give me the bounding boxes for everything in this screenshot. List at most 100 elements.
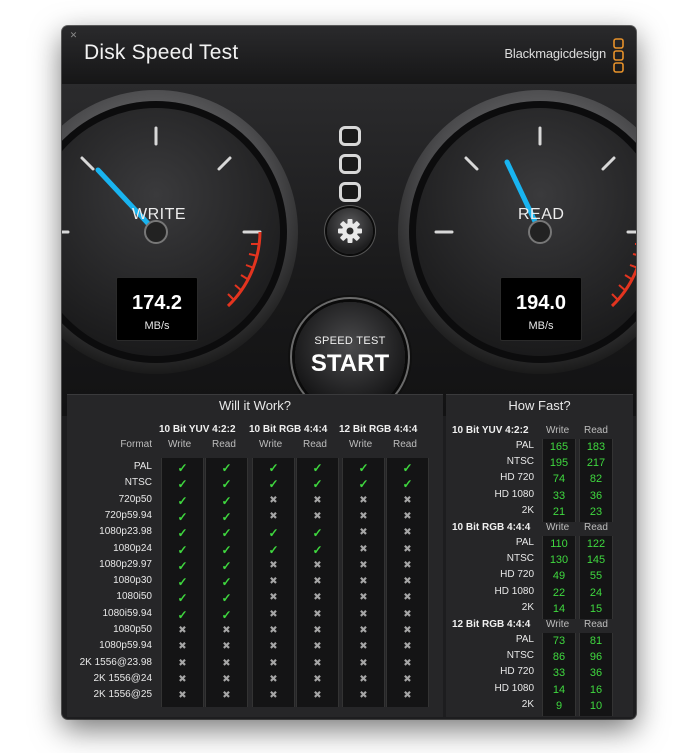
read-speed-unit: MB/s	[528, 320, 554, 332]
will-group-header: 10 Bit YUV 4:2:2	[159, 424, 236, 435]
fast-value-write: 74	[552, 473, 566, 486]
fast-value-read: 217	[586, 457, 606, 470]
mode-indicator-1	[339, 126, 361, 146]
fast-format-label: HD 720	[500, 472, 534, 484]
cross-icon: ✖	[269, 657, 278, 669]
check-icon: ✓	[402, 461, 413, 475]
fast-value-read: 24	[589, 586, 603, 599]
will-column: ✓ ✓ ✖ ✖ ✖ ✖ ✖ ✖ ✖ ✖ ✖ ✖ ✖ ✖ ✖	[386, 458, 429, 707]
gear-icon	[338, 219, 362, 243]
fast-value-read: 81	[589, 635, 603, 647]
cross-icon: ✖	[359, 576, 368, 588]
cross-icon: ✖	[359, 641, 368, 653]
fast-column-read: 183 217 82 36 23	[579, 439, 613, 522]
app-title: Disk Speed Test	[84, 41, 239, 64]
check-icon: ✓	[312, 461, 323, 475]
check-icon: ✓	[177, 575, 188, 590]
will-subheader: Write	[349, 439, 373, 450]
title-bar: ✕ Disk Speed Test Blackmagicdesign	[62, 26, 636, 85]
fast-format-label: 2K	[521, 504, 534, 516]
check-icon: ✓	[221, 591, 232, 606]
settings-button[interactable]	[327, 208, 373, 254]
cross-icon: ✖	[222, 690, 231, 702]
will-subheader: Read	[212, 439, 236, 450]
fast-value-write: 195	[549, 457, 569, 470]
fast-value-write: 130	[549, 554, 569, 567]
cross-icon: ✖	[403, 559, 412, 571]
will-subheader: Write	[259, 439, 283, 450]
blackmagic-logo-icon	[613, 38, 624, 73]
check-icon: ✓	[221, 493, 232, 508]
check-icon: ✓	[177, 526, 188, 541]
fast-subheader: Read	[584, 619, 608, 630]
cross-icon: ✖	[269, 625, 278, 636]
results-area: Will it Work? 10 Bit YUV 4:2:2 10 Bit RGB…	[62, 394, 636, 719]
format-label: 1080p59.94	[99, 640, 152, 652]
cross-icon: ✖	[313, 657, 322, 669]
will-subheader: Read	[303, 439, 327, 450]
gauge-area: SPEED TEST START WRITE 174.2 MB/s READ 1…	[62, 84, 636, 416]
check-icon: ✓	[221, 607, 232, 622]
check-icon: ✓	[358, 477, 369, 492]
fast-value-write: 73	[552, 635, 566, 647]
close-icon[interactable]: ✕	[69, 31, 78, 40]
fast-value-write: 21	[552, 505, 566, 518]
cross-icon: ✖	[178, 641, 187, 653]
format-label: 1080p30	[113, 575, 152, 587]
check-icon: ✓	[268, 461, 279, 475]
fast-format-label: PAL	[515, 440, 534, 451]
cross-icon: ✖	[178, 625, 187, 636]
format-label: 1080p24	[113, 542, 152, 554]
write-readout: 174.2 MB/s	[116, 277, 198, 341]
mode-indicator-2	[339, 154, 361, 174]
fast-subheader: Read	[584, 425, 608, 436]
read-gauge-label: READ	[518, 206, 565, 223]
cross-icon: ✖	[269, 559, 278, 571]
cross-icon: ✖	[313, 608, 322, 620]
fast-value-write: 14	[552, 602, 566, 615]
format-label: 720p59.94	[104, 509, 152, 521]
cross-icon: ✖	[178, 690, 187, 702]
fast-value-write: 33	[552, 489, 566, 502]
cross-icon: ✖	[403, 576, 412, 588]
fast-column-write: 73 86 33 14 9	[542, 633, 576, 716]
cross-icon: ✖	[359, 625, 368, 636]
will-group-header: 10 Bit RGB 4:4:4	[249, 424, 328, 435]
cross-icon: ✖	[403, 543, 412, 555]
start-button-caption: SPEED TEST	[314, 335, 386, 347]
cross-icon: ✖	[359, 592, 368, 604]
write-speed-value: 174.2	[131, 292, 183, 314]
fast-subheader: Write	[546, 425, 570, 436]
brand-name: Blackmagicdesign	[504, 46, 606, 61]
check-icon: ✓	[177, 607, 188, 622]
fast-format-label: HD 720	[500, 569, 534, 581]
cross-icon: ✖	[269, 690, 278, 702]
cross-icon: ✖	[269, 641, 278, 653]
fast-group-header: 12 Bit RGB 4:4:4	[452, 619, 531, 630]
fast-value-write: 22	[552, 586, 566, 599]
check-icon: ✓	[312, 542, 323, 557]
check-icon: ✓	[221, 542, 232, 557]
cross-icon: ✖	[403, 527, 412, 539]
will-column: ✓ ✓ ✖ ✖ ✓ ✓ ✖ ✖ ✖ ✖ ✖ ✖ ✖ ✖ ✖	[252, 458, 295, 707]
check-icon: ✓	[221, 526, 232, 541]
fast-value-read: 96	[589, 651, 603, 664]
cross-icon: ✖	[403, 510, 412, 522]
will-it-work-panel: Will it Work? 10 Bit YUV 4:2:2 10 Bit RGB…	[67, 394, 443, 717]
fast-subheader: Write	[546, 522, 570, 533]
fast-column-write: 165 195 74 33 21	[542, 439, 576, 522]
check-icon: ✓	[221, 477, 232, 492]
fast-value-read: 23	[589, 505, 603, 518]
cross-icon: ✖	[403, 592, 412, 604]
fast-value-read: 16	[589, 683, 603, 696]
fast-format-label: 2K	[521, 601, 534, 613]
cross-icon: ✖	[178, 673, 187, 685]
cross-icon: ✖	[403, 657, 412, 669]
cross-icon: ✖	[403, 690, 412, 702]
mode-indicator-3	[339, 182, 361, 202]
format-label: 1080p50	[113, 624, 152, 635]
cross-icon: ✖	[403, 625, 412, 636]
fast-format-label: PAL	[515, 537, 534, 548]
fast-format-label: HD 1080	[494, 488, 534, 500]
will-column: ✓ ✓ ✖ ✖ ✓ ✓ ✖ ✖ ✖ ✖ ✖ ✖ ✖ ✖ ✖	[296, 458, 339, 707]
